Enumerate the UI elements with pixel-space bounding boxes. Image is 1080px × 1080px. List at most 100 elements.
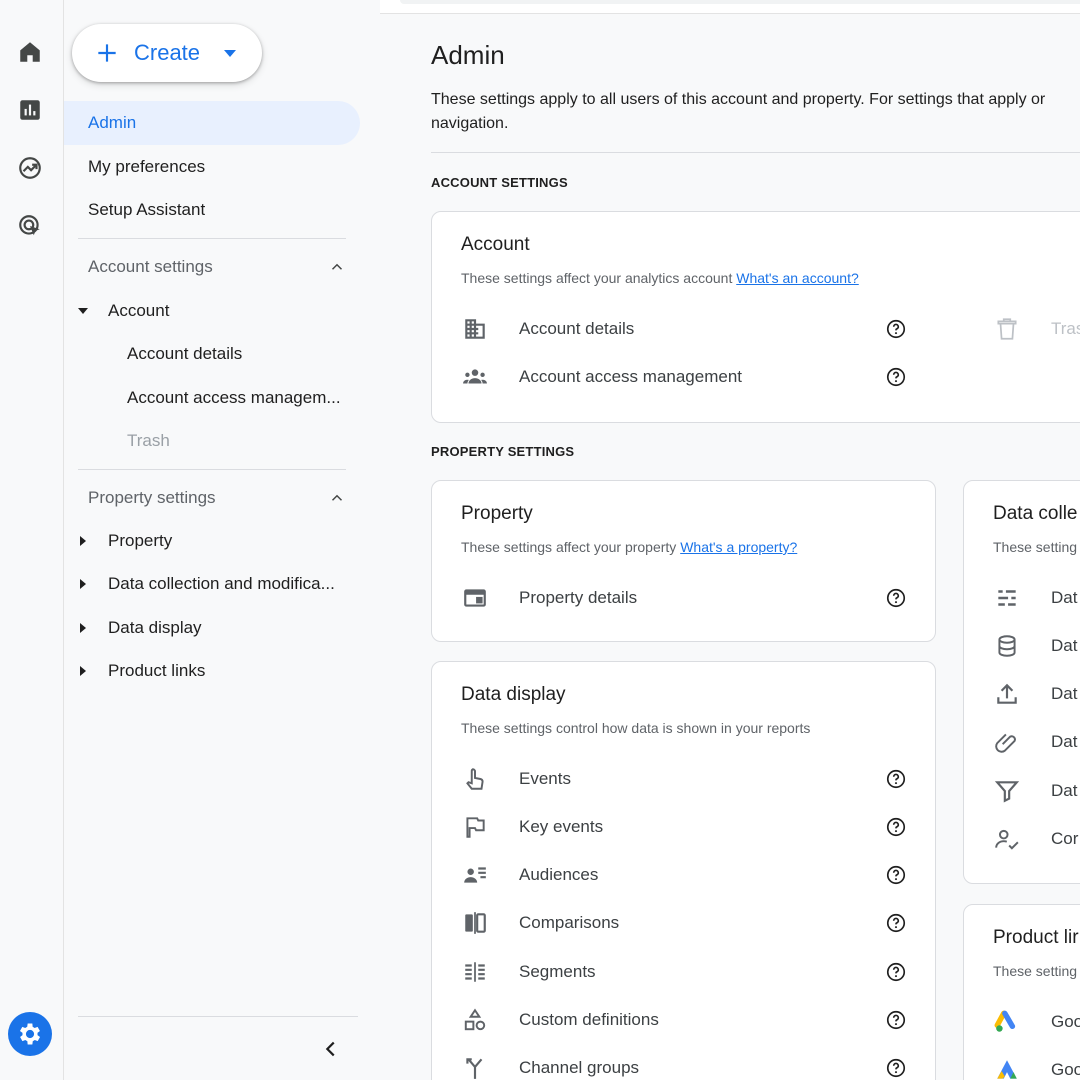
- create-button[interactable]: Create: [72, 24, 262, 82]
- sub-account-details[interactable]: Account details: [127, 332, 357, 376]
- tree-product-links[interactable]: Product links: [64, 649, 360, 693]
- row-data-collection-item[interactable]: Dat: [993, 626, 1080, 666]
- touch-icon: [461, 765, 489, 793]
- card-subtitle: These settings control how data is shown…: [461, 720, 811, 736]
- row-product-link[interactable]: Goo: [993, 1050, 1080, 1080]
- row-label: Dat: [1051, 781, 1078, 800]
- home-icon[interactable]: [12, 34, 48, 70]
- sub-account-details-label: Account details: [127, 344, 243, 363]
- admin-sidebar: Create Admin My preferences Setup Assist…: [64, 0, 380, 1080]
- sub-account-access-label: Account access managem...: [127, 388, 341, 407]
- sub-account-access-management[interactable]: Account access managem...: [127, 376, 357, 420]
- advertising-icon[interactable]: [12, 208, 48, 244]
- nav-setup-assistant-label: Setup Assistant: [88, 200, 206, 219]
- product-links-card: Product lir These setting Goo Goo: [963, 904, 1080, 1080]
- nav-my-preferences-label: My preferences: [88, 157, 206, 176]
- row-account-details[interactable]: Account details: [461, 309, 921, 349]
- whats-a-property-link[interactable]: What's a property?: [680, 539, 797, 555]
- data-collection-card: Data colle These setting Dat Dat Dat Dat…: [963, 480, 1080, 884]
- row-product-link[interactable]: Goo: [993, 1002, 1080, 1042]
- row-label: Tras: [1051, 319, 1080, 338]
- tree-account[interactable]: Account: [64, 289, 360, 333]
- row-data-collection-item[interactable]: Dat: [993, 578, 1080, 618]
- audience-icon: [461, 861, 489, 889]
- top-bar: [380, 0, 1080, 14]
- help-icon[interactable]: [885, 366, 907, 388]
- tree-data-collection[interactable]: Data collection and modifica...: [64, 562, 360, 606]
- row-data-collection-item[interactable]: Cor: [993, 819, 1080, 859]
- property-settings-toggle[interactable]: Property settings: [64, 476, 360, 520]
- help-icon[interactable]: [885, 864, 907, 886]
- trash-icon: [993, 315, 1021, 343]
- reports-icon[interactable]: [12, 92, 48, 128]
- account-settings-label: Account settings: [88, 257, 213, 276]
- segments-icon: [461, 958, 489, 986]
- tree-data-display[interactable]: Data display: [64, 606, 360, 650]
- row-label: Dat: [1051, 732, 1078, 751]
- row-key-events[interactable]: Key events: [461, 807, 921, 847]
- nav-admin[interactable]: Admin: [64, 101, 360, 145]
- row-comparisons[interactable]: Comparisons: [461, 903, 921, 943]
- property-card: Property These settings affect your prop…: [431, 480, 936, 642]
- card-subtitle-text: These settings affect your analytics acc…: [461, 270, 733, 286]
- people-icon: [461, 363, 489, 391]
- row-data-collection-item[interactable]: Dat: [993, 722, 1080, 762]
- row-label: Property details: [519, 588, 638, 607]
- card-subtitle: These setting: [993, 963, 1078, 979]
- merge-icon: [461, 1054, 489, 1080]
- chevron-up-icon: [331, 263, 343, 270]
- card-subtitle: These settings affect your analytics acc…: [461, 270, 859, 286]
- search-bar-edge[interactable]: [400, 0, 1080, 4]
- row-data-collection-item[interactable]: Dat: [993, 771, 1080, 811]
- help-icon[interactable]: [885, 318, 907, 340]
- account-settings-heading: ACCOUNT SETTINGS: [431, 175, 568, 190]
- row-label: Custom definitions: [519, 1010, 659, 1029]
- row-label: Dat: [1051, 684, 1078, 703]
- row-label: Events: [519, 769, 571, 788]
- row-label: Goo: [1051, 1060, 1080, 1079]
- person-check-icon: [993, 825, 1021, 853]
- google-ad-manager-icon: [993, 1056, 1021, 1080]
- row-property-details[interactable]: Property details: [461, 578, 921, 618]
- account-settings-toggle[interactable]: Account settings: [64, 245, 360, 289]
- tree-property[interactable]: Property: [64, 519, 360, 563]
- row-trash: Tras: [993, 309, 1080, 349]
- row-channel-groups[interactable]: Channel groups: [461, 1048, 921, 1080]
- help-icon[interactable]: [885, 768, 907, 790]
- nav-setup-assistant[interactable]: Setup Assistant: [64, 188, 360, 232]
- card-title: Product lir: [993, 927, 1079, 948]
- account-card: Account These settings affect your analy…: [431, 211, 1080, 423]
- sidebar-divider: [78, 238, 346, 239]
- compare-icon: [461, 909, 489, 937]
- tree-data-collection-label: Data collection and modifica...: [108, 574, 335, 593]
- row-account-access-management[interactable]: Account access management: [461, 357, 921, 397]
- tree-account-label: Account: [108, 301, 170, 320]
- nav-my-preferences[interactable]: My preferences: [64, 145, 360, 189]
- database-icon: [993, 632, 1021, 660]
- row-data-collection-item[interactable]: Dat: [993, 674, 1080, 714]
- sub-trash: Trash: [127, 419, 357, 463]
- help-icon[interactable]: [885, 912, 907, 934]
- help-icon[interactable]: [885, 1057, 907, 1079]
- help-icon[interactable]: [885, 1009, 907, 1031]
- expand-arrow-icon: [78, 306, 88, 316]
- tree-product-links-label: Product links: [108, 661, 206, 680]
- row-events[interactable]: Events: [461, 759, 921, 799]
- row-custom-definitions[interactable]: Custom definitions: [461, 1000, 921, 1040]
- help-icon[interactable]: [885, 961, 907, 983]
- row-segments[interactable]: Segments: [461, 952, 921, 992]
- help-icon[interactable]: [885, 816, 907, 838]
- admin-gear-button[interactable]: [8, 1012, 52, 1056]
- caret-down-icon[interactable]: [224, 49, 237, 57]
- help-icon[interactable]: [885, 587, 907, 609]
- explore-icon[interactable]: [12, 150, 48, 186]
- sub-trash-label: Trash: [127, 431, 170, 450]
- google-ads-icon: [993, 1008, 1021, 1036]
- row-label: Account details: [519, 319, 635, 338]
- row-audiences[interactable]: Audiences: [461, 855, 921, 895]
- row-label: Dat: [1051, 588, 1078, 607]
- whats-an-account-link[interactable]: What's an account?: [736, 270, 859, 286]
- collapse-sidebar-button[interactable]: [316, 1034, 346, 1064]
- card-subtitle-text: These settings affect your property: [461, 539, 677, 555]
- expand-arrow-icon: [78, 536, 88, 546]
